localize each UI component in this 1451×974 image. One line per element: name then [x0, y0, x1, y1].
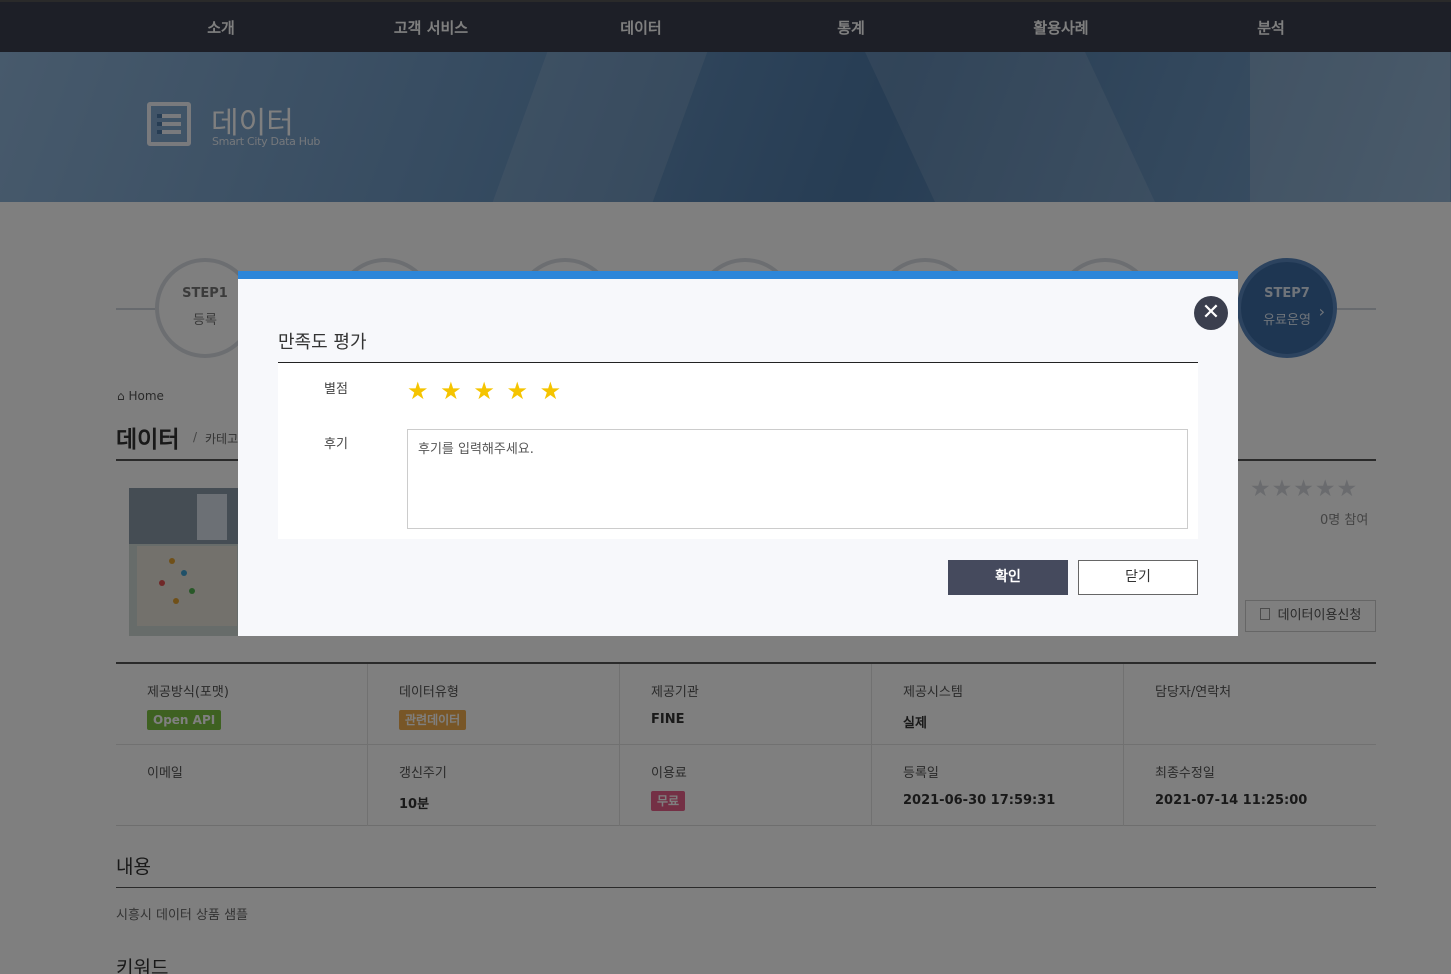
rating-modal: ✕ 만족도 평가 별점 ★ ★ ★ ★ ★ 후기 확인 닫기: [238, 271, 1238, 636]
review-label: 후기: [324, 437, 348, 452]
modal-title: 만족도 평가: [278, 332, 367, 353]
star-icon[interactable]: ★: [407, 377, 431, 405]
confirm-button[interactable]: 확인: [948, 560, 1068, 595]
modal-form: 별점 ★ ★ ★ ★ ★ 후기: [278, 363, 1198, 539]
close-icon[interactable]: ✕: [1194, 296, 1228, 330]
star-icon[interactable]: ★: [540, 377, 564, 405]
cancel-button[interactable]: 닫기: [1078, 560, 1198, 595]
star-icon[interactable]: ★: [473, 377, 497, 405]
star-icon[interactable]: ★: [506, 377, 530, 405]
rating-label: 별점: [324, 382, 348, 397]
star-icon[interactable]: ★: [440, 377, 464, 405]
star-rating-input: ★ ★ ★ ★ ★: [407, 377, 563, 405]
review-textarea[interactable]: [407, 429, 1188, 529]
